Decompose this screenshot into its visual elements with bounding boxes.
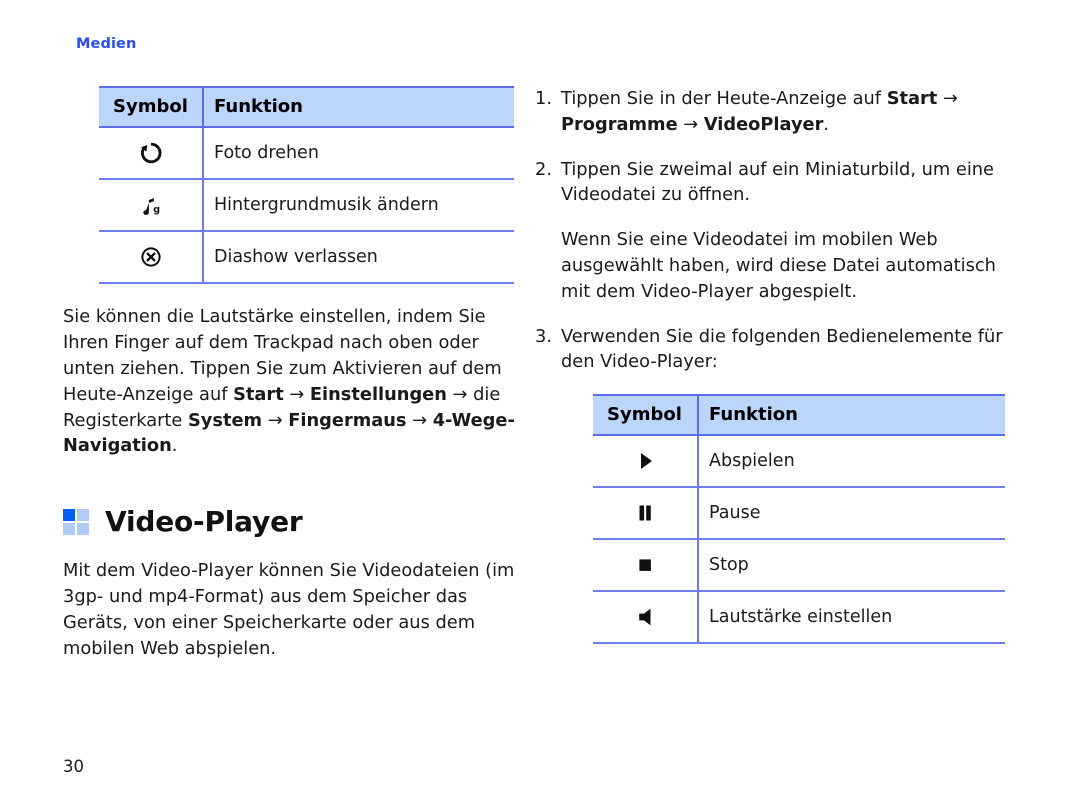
- table-header-row: Symbol Funktion: [593, 394, 1005, 437]
- circle-x-icon: [138, 244, 164, 270]
- document-page: Medien Symbol Funktion Foto drehen g Hin…: [0, 0, 1080, 810]
- running-head: Medien: [76, 36, 137, 52]
- four-squares-icon: [63, 508, 89, 535]
- volume-instructions-paragraph: Sie können die Lautstärke einstellen, in…: [63, 306, 515, 457]
- list-item: 3. Verwenden Sie die folgenden Bedienele…: [535, 324, 1017, 376]
- table-row: Lautstärke einstellen: [593, 591, 1005, 645]
- symbol-cell: [99, 231, 204, 284]
- svg-text:g: g: [153, 205, 160, 216]
- video-player-steps-list: 1. Tippen Sie in der Heute-Anzeige auf S…: [535, 86, 1017, 208]
- symbol-cell: g: [99, 179, 204, 232]
- step-text: Verwenden Sie die folgenden Bedienelemen…: [561, 325, 1003, 373]
- column-header-symbol: Symbol: [99, 86, 204, 128]
- list-item: 1. Tippen Sie in der Heute-Anzeige auf S…: [535, 86, 1017, 138]
- column-header-function: Funktion: [698, 394, 1005, 437]
- step-number: 2.: [535, 158, 552, 180]
- function-cell: Stop: [698, 539, 1005, 593]
- column-header-function: Funktion: [203, 86, 514, 128]
- function-cell: Lautstärke einstellen: [698, 591, 1005, 645]
- symbol-cell: [99, 127, 204, 180]
- step-number: 1.: [535, 88, 552, 109]
- symbol-cell: [593, 487, 699, 541]
- table-row: Pause: [593, 487, 1005, 541]
- symbol-cell: [593, 435, 699, 489]
- left-column: Symbol Funktion Foto drehen g Hintergrun…: [63, 86, 518, 662]
- right-column: 1. Tippen Sie in der Heute-Anzeige auf S…: [535, 86, 1017, 645]
- function-cell: Pause: [698, 487, 1005, 541]
- speaker-volume-icon: [633, 605, 657, 629]
- table-row: Foto drehen: [99, 127, 514, 180]
- section-heading-video-player: Video-Player: [63, 505, 518, 538]
- video-player-intro-paragraph: Mit dem Video-Player können Sie Videodat…: [63, 560, 515, 660]
- symbol-cell: [593, 539, 699, 593]
- photo-controls-table: Symbol Funktion Foto drehen g Hintergrun…: [99, 86, 514, 284]
- function-cell: Hintergrundmusik ändern: [203, 179, 514, 232]
- rotate-photo-icon: [138, 140, 164, 166]
- table-row: Diashow verlassen: [99, 231, 514, 284]
- table-row: Stop: [593, 539, 1005, 593]
- music-note-icon: g: [138, 192, 164, 218]
- play-icon: [633, 449, 657, 473]
- section-title: Video-Player: [105, 505, 303, 539]
- step-text: Tippen Sie in der Heute-Anzeige auf Star…: [561, 88, 958, 135]
- table-row: g Hintergrundmusik ändern: [99, 179, 514, 232]
- step-number: 3.: [535, 325, 552, 347]
- stop-icon: [633, 553, 657, 577]
- list-item: 2. Tippen Sie zweimal auf ein Miniaturbi…: [535, 157, 1017, 209]
- step-text: Tippen Sie zweimal auf ein Miniaturbild,…: [561, 158, 994, 206]
- function-cell: Diashow verlassen: [203, 231, 514, 284]
- column-header-symbol: Symbol: [593, 394, 699, 437]
- table-header-row: Symbol Funktion: [99, 86, 514, 128]
- table-row: Abspielen: [593, 435, 1005, 489]
- video-controls-table: Symbol Funktion Abspielen Pause Stop Lau…: [593, 394, 1005, 645]
- function-cell: Abspielen: [698, 435, 1005, 489]
- mobile-web-note-paragraph: Wenn Sie eine Videodatei im mobilen Web …: [561, 229, 996, 302]
- pause-icon: [633, 501, 657, 525]
- page-number: 30: [63, 757, 84, 776]
- function-cell: Foto drehen: [203, 127, 514, 180]
- symbol-cell: [593, 591, 699, 645]
